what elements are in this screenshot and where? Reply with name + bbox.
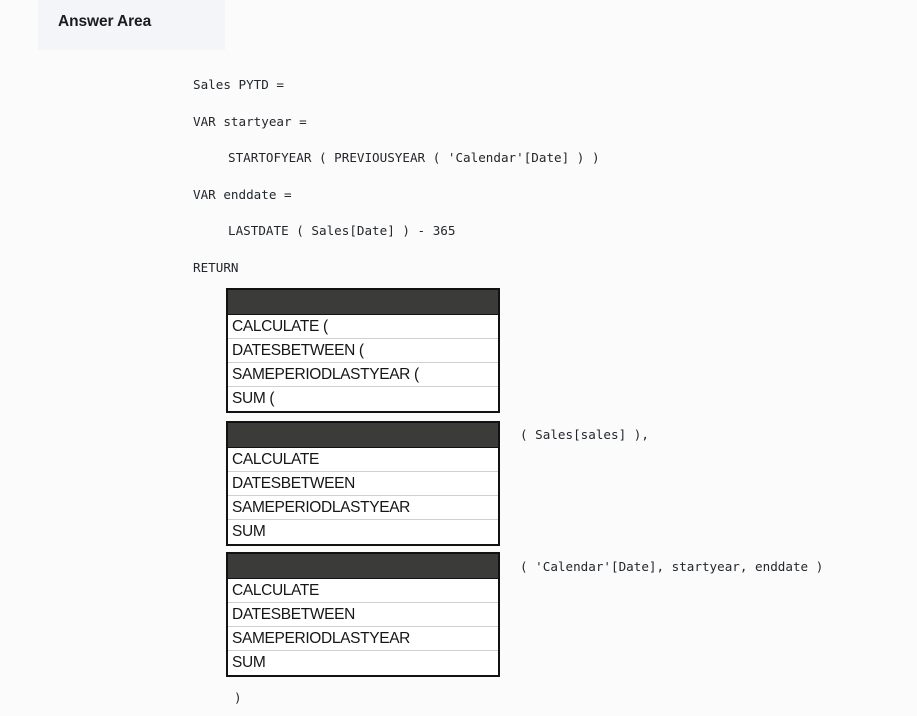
dropdown-1-option-sum[interactable]: SUM ( [228, 387, 498, 411]
dropdown-2-option-sameperiodlastyear[interactable]: SAMEPERIODLASTYEAR [228, 496, 498, 520]
dropdown-2-option-datesbetween[interactable]: DATESBETWEEN [228, 472, 498, 496]
function-dropdown-3[interactable]: CALCULATE DATESBETWEEN SAMEPERIODLASTYEA… [226, 552, 500, 677]
code-line-1: Sales PYTD = [193, 77, 284, 92]
code-line-3: STARTOFYEAR ( PREVIOUSYEAR ( 'Calendar'[… [228, 150, 600, 165]
dropdown-2-selected-value[interactable] [228, 423, 498, 448]
dropdown-3-option-calculate[interactable]: CALCULATE [228, 579, 498, 603]
function-dropdown-1[interactable]: CALCULATE ( DATESBETWEEN ( SAMEPERIODLAS… [226, 288, 500, 413]
dax-code-block: Sales PYTD = VAR startyear = STARTOFYEAR… [193, 74, 893, 293]
dropdown-3-option-datesbetween[interactable]: DATESBETWEEN [228, 603, 498, 627]
dropdown-2-option-sum[interactable]: SUM [228, 520, 498, 544]
code-closing-paren: ) [234, 690, 242, 705]
dropdown-1-option-calculate[interactable]: CALCULATE ( [228, 315, 498, 339]
dropdown-3-option-sameperiodlastyear[interactable]: SAMEPERIODLASTYEAR [228, 627, 498, 651]
inline-code-after-dropdown-2: ( Sales[sales] ), [520, 427, 649, 442]
inline-code-after-dropdown-3: ( 'Calendar'[Date], startyear, enddate ) [520, 559, 824, 574]
function-dropdown-2[interactable]: CALCULATE DATESBETWEEN SAMEPERIODLASTYEA… [226, 421, 500, 546]
dropdown-2-option-list[interactable]: CALCULATE DATESBETWEEN SAMEPERIODLASTYEA… [228, 448, 498, 544]
dropdown-1-option-sameperiodlastyear[interactable]: SAMEPERIODLASTYEAR ( [228, 363, 498, 387]
dropdown-3-selected-value[interactable] [228, 554, 498, 579]
dropdown-3-option-list[interactable]: CALCULATE DATESBETWEEN SAMEPERIODLASTYEA… [228, 579, 498, 675]
dropdown-2-option-calculate[interactable]: CALCULATE [228, 448, 498, 472]
dropdown-1-selected-value[interactable] [228, 290, 498, 315]
code-line-5: LASTDATE ( Sales[Date] ) - 365 [228, 223, 456, 238]
code-line-4: VAR enddate = [193, 186, 292, 202]
dropdown-3-option-sum[interactable]: SUM [228, 651, 498, 675]
answer-area-title: Answer Area [58, 13, 152, 30]
dropdown-1-option-datesbetween[interactable]: DATESBETWEEN ( [228, 339, 498, 363]
dropdown-1-option-list[interactable]: CALCULATE ( DATESBETWEEN ( SAMEPERIODLAS… [228, 315, 498, 411]
code-line-2: VAR startyear = [193, 113, 307, 129]
